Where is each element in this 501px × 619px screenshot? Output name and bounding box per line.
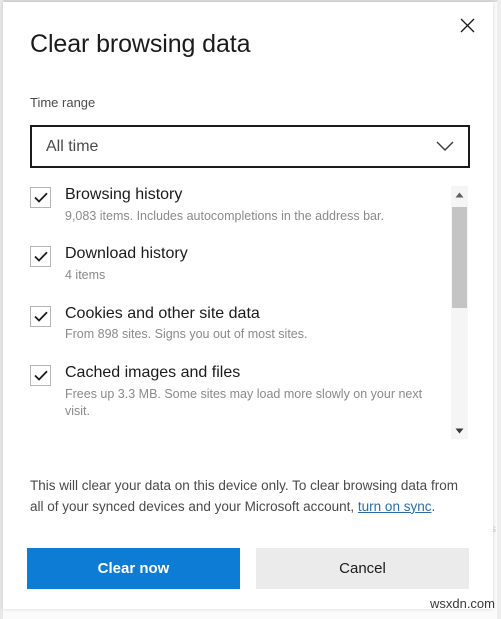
list-item-texts: Browsing history 9,083 items. Includes a… bbox=[65, 184, 384, 225]
data-types-list: Browsing history 9,083 items. Includes a… bbox=[3, 184, 493, 440]
list-item-description: 9,083 items. Includes autocompletions in… bbox=[65, 208, 384, 223]
checkbox-browsing-history[interactable] bbox=[30, 187, 51, 208]
list-item-title: Cached images and files bbox=[65, 364, 241, 382]
close-button[interactable] bbox=[452, 10, 482, 40]
time-range-label: Time range bbox=[30, 95, 96, 110]
list-item-title: Browsing history bbox=[65, 186, 183, 203]
list-item-description: 4 items bbox=[65, 267, 106, 282]
list-item[interactable]: Browsing history 9,083 items. Includes a… bbox=[30, 184, 450, 225]
checkbox-download-history[interactable] bbox=[30, 246, 51, 268]
list-item-description: Frees up 3.3 MB. Some sites may load mor… bbox=[65, 386, 423, 419]
list-item[interactable]: Cookies and other site data From 898 sit… bbox=[30, 303, 450, 344]
list-item[interactable]: Cached images and files Frees up 3.3 MB.… bbox=[30, 362, 450, 421]
list-scrollbar[interactable] bbox=[451, 186, 468, 439]
turn-on-sync-link[interactable]: turn on sync bbox=[358, 499, 432, 514]
checkbox-cookies-and-other-site-data[interactable] bbox=[30, 305, 51, 327]
cancel-button[interactable]: Cancel bbox=[256, 548, 469, 589]
scroll-up-arrow-icon[interactable] bbox=[451, 186, 468, 203]
list-item-description: From 898 sites. Signs you out of most si… bbox=[65, 327, 308, 342]
chevron-down-icon bbox=[436, 141, 454, 152]
time-range-value: All time bbox=[46, 137, 99, 155]
list-item-title: Download history bbox=[65, 245, 188, 263]
page-title: Clear browsing data bbox=[30, 30, 251, 58]
list-item-texts: Cached images and files Frees up 3.3 MB.… bbox=[65, 362, 450, 421]
data-types-list-inner: Browsing history 9,083 items. Includes a… bbox=[30, 184, 450, 439]
list-item-title: Cookies and other site data bbox=[65, 304, 260, 322]
dialog-actions: Clear now Cancel bbox=[27, 548, 469, 589]
close-icon bbox=[460, 18, 475, 33]
backdrop-edge-right bbox=[497, 0, 501, 619]
sync-note: This will clear your data on this device… bbox=[30, 475, 470, 518]
checkbox-cached-images-and-files[interactable] bbox=[30, 365, 51, 387]
watermark: wsxdn.com bbox=[429, 596, 495, 611]
list-item-texts: Download history 4 items bbox=[65, 243, 188, 284]
scroll-down-arrow-icon[interactable] bbox=[451, 422, 468, 439]
clear-now-button[interactable]: Clear now bbox=[27, 548, 240, 589]
list-item[interactable]: Download history 4 items bbox=[30, 243, 450, 284]
clear-browsing-data-dialog: Clear browsing data Time range All time … bbox=[3, 2, 493, 609]
scrollbar-thumb[interactable] bbox=[452, 207, 467, 308]
list-item-texts: Cookies and other site data From 898 sit… bbox=[65, 303, 307, 344]
time-range-select[interactable]: All time bbox=[30, 125, 470, 168]
sync-note-text-after: . bbox=[431, 498, 436, 514]
